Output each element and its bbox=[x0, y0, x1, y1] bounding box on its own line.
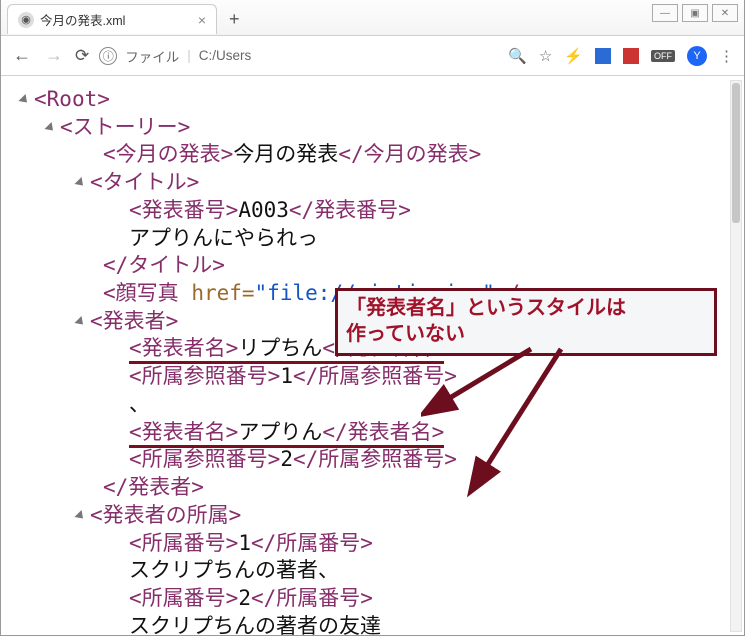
xml-line: <Root> bbox=[21, 86, 720, 114]
toolbar-right-icons: 🔍 ☆ ⚡ OFF Y ⋮ bbox=[508, 46, 734, 66]
window-minimize-button[interactable]: — bbox=[652, 4, 678, 22]
callout-line2: 作っていない bbox=[346, 321, 706, 347]
overflow-menu-button[interactable]: ⋮ bbox=[719, 47, 734, 65]
window-controls: — ▣ ✕ bbox=[648, 4, 738, 22]
xml-line: <発表番号>A003</発表番号> bbox=[21, 197, 720, 225]
extension-blue-icon[interactable] bbox=[595, 48, 611, 64]
globe-favicon-icon: ◉ bbox=[18, 12, 34, 28]
disclosure-triangle-icon[interactable] bbox=[74, 177, 86, 189]
address-bar[interactable]: ⓘ ファイル | C:/Users bbox=[99, 46, 498, 66]
xml-line: <タイトル> bbox=[21, 169, 720, 197]
url-scheme-label: ファイル bbox=[125, 46, 179, 66]
viewport: <Root> <ストーリー> <今月の発表>今月の発表</今月の発表> <タイト… bbox=[1, 76, 744, 636]
xml-tree: <Root> <ストーリー> <今月の発表>今月の発表</今月の発表> <タイト… bbox=[1, 76, 744, 636]
disclosure-triangle-icon[interactable] bbox=[18, 94, 30, 106]
zoom-icon[interactable]: 🔍 bbox=[508, 47, 527, 65]
tab-title: 今月の発表.xml bbox=[40, 10, 125, 29]
xml-line: <所属参照番号>1</所属参照番号> bbox=[21, 363, 720, 391]
xml-line: <ストーリー> bbox=[21, 114, 720, 142]
url-path: C:/Users bbox=[199, 48, 252, 63]
window-titlebar: ◉ 今月の発表.xml × + — ▣ ✕ bbox=[1, 0, 744, 36]
xml-line: <所属番号>2</所属番号> bbox=[21, 585, 720, 613]
xml-line: スクリプちんの著者、 bbox=[21, 557, 720, 585]
extension-off-badge[interactable]: OFF bbox=[651, 50, 675, 62]
window-maximize-button[interactable]: ▣ bbox=[682, 4, 708, 22]
disclosure-triangle-icon[interactable] bbox=[44, 122, 56, 134]
tab-strip: ◉ 今月の発表.xml × + bbox=[7, 4, 246, 34]
bookmark-star-icon[interactable]: ☆ bbox=[539, 47, 552, 65]
site-info-icon[interactable]: ⓘ bbox=[99, 47, 117, 65]
tab-close-button[interactable]: × bbox=[198, 13, 206, 27]
callout-line1: 「発表者名」というスタイルは bbox=[346, 295, 706, 321]
xml-line: アプりんにやられっ bbox=[21, 225, 720, 253]
xml-line: </発表者> bbox=[21, 474, 720, 502]
disclosure-triangle-icon[interactable] bbox=[74, 510, 86, 522]
url-separator: | bbox=[187, 48, 191, 63]
xml-line: <発表者名>アプりん</発表者名> bbox=[21, 419, 720, 447]
xml-line: <今月の発表>今月の発表</今月の発表> bbox=[21, 141, 720, 169]
xml-line: </タイトル> bbox=[21, 252, 720, 280]
bolt-icon[interactable]: ⚡ bbox=[564, 47, 583, 65]
scrollbar-thumb[interactable] bbox=[732, 83, 740, 223]
reload-button[interactable]: ⟳ bbox=[75, 46, 89, 66]
forward-button[interactable]: → bbox=[43, 45, 65, 66]
xml-line: スクリプちんの著者の友達 bbox=[21, 613, 720, 636]
xml-line: <所属参照番号>2</所属参照番号> bbox=[21, 446, 720, 474]
window-close-button[interactable]: ✕ bbox=[712, 4, 738, 22]
extension-red-icon[interactable] bbox=[623, 48, 639, 64]
browser-toolbar: ← → ⟳ ⓘ ファイル | C:/Users 🔍 ☆ ⚡ OFF Y ⋮ bbox=[1, 36, 744, 76]
back-button[interactable]: ← bbox=[11, 45, 33, 66]
new-tab-button[interactable]: + bbox=[223, 9, 246, 30]
xml-line: 、 bbox=[21, 391, 720, 419]
browser-tab[interactable]: ◉ 今月の発表.xml × bbox=[7, 4, 217, 34]
annotation-callout: 「発表者名」というスタイルは 作っていない bbox=[335, 288, 717, 356]
xml-line: <所属番号>1</所属番号> bbox=[21, 530, 720, 558]
user-avatar-icon[interactable]: Y bbox=[687, 46, 707, 66]
disclosure-triangle-icon[interactable] bbox=[74, 316, 86, 328]
xml-line: <発表者の所属> bbox=[21, 502, 720, 530]
vertical-scrollbar[interactable] bbox=[730, 80, 742, 632]
